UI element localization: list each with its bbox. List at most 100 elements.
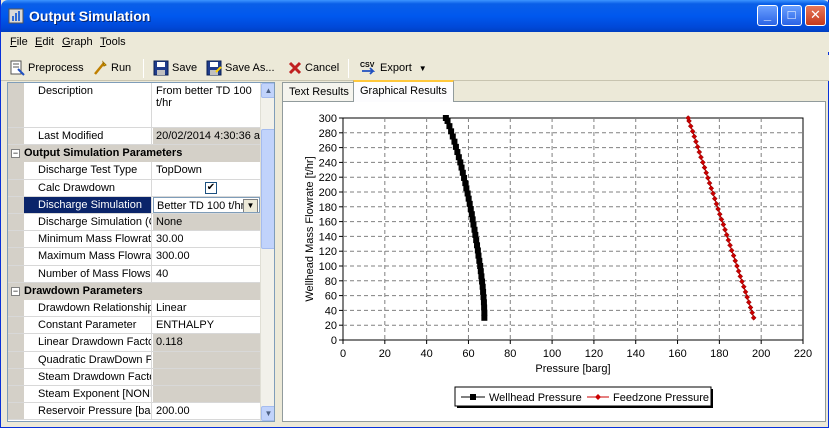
- property-value[interactable]: 200.00: [153, 403, 260, 419]
- x-tick-label: 160: [668, 348, 686, 360]
- property-category[interactable]: − Output Simulation Parameters: [8, 145, 260, 163]
- property-value[interactable]: ENTHALPY: [153, 317, 260, 333]
- property-row[interactable]: Discharge Simulation (C None: [8, 214, 260, 232]
- property-row[interactable]: Maximum Mass Flowrate 300.00: [8, 248, 260, 266]
- collapse-icon[interactable]: −: [11, 149, 20, 159]
- property-category[interactable]: − Drawdown Parameters: [8, 282, 260, 300]
- wellhead-pressure-point: [455, 154, 462, 161]
- menu-graph-mnemonic: G: [62, 36, 71, 48]
- wellhead-pressure-point: [452, 143, 459, 150]
- property-row[interactable]: Last Modified 20/02/2014 4:30:36 a: [8, 128, 260, 146]
- scroll-down-icon[interactable]: ▼: [261, 406, 274, 421]
- x-tick-label: 200: [752, 348, 770, 360]
- property-value-text: 300.00: [156, 250, 190, 263]
- property-row[interactable]: Quadratic DrawDown F: [8, 351, 260, 369]
- x-axis-label: Pressure [barg]: [535, 363, 610, 375]
- menu-edit[interactable]: Edit: [35, 36, 54, 48]
- toolbar: Preprocess Run Save Save As... Cancel CS…: [1, 55, 829, 81]
- property-row[interactable]: Steam Drawdown Facto: [8, 368, 260, 386]
- property-value[interactable]: 300.00: [153, 248, 260, 264]
- splitter[interactable]: [276, 82, 281, 422]
- preprocess-label: Preprocess: [28, 62, 84, 74]
- scroll-up-icon[interactable]: ▲: [261, 83, 274, 98]
- property-value[interactable]: 20/02/2014 4:30:36 a: [153, 128, 260, 145]
- menu-file[interactable]: File: [10, 36, 28, 48]
- wellhead-pressure-point: [458, 164, 465, 171]
- save-button[interactable]: Save: [153, 59, 197, 77]
- property-value[interactable]: 0.118: [153, 334, 260, 351]
- run-button[interactable]: Run: [92, 59, 131, 77]
- y-tick-label: 60: [325, 291, 337, 303]
- property-grid-scrollbar[interactable]: ▲ ▼: [260, 83, 274, 421]
- tab-text-results[interactable]: Text Results: [282, 82, 356, 101]
- property-value[interactable]: Linear: [153, 300, 260, 316]
- property-value[interactable]: None: [153, 214, 260, 231]
- run-icon: [94, 60, 107, 75]
- menu-tools[interactable]: Tools: [100, 36, 126, 48]
- property-row[interactable]: Constant Parameter ENTHALPY: [8, 317, 260, 335]
- property-value-text: 30.00: [156, 233, 184, 246]
- save-as-button[interactable]: Save As...: [206, 59, 275, 77]
- wellhead-pressure-point: [465, 195, 472, 202]
- y-tick-label: 220: [319, 172, 337, 184]
- wellhead-pressure-point: [477, 263, 484, 269]
- collapse-icon[interactable]: −: [11, 286, 20, 296]
- x-tick-label: 20: [379, 348, 391, 360]
- wellhead-pressure-point: [449, 133, 456, 140]
- wellhead-pressure-point: [471, 226, 478, 233]
- property-value[interactable]: [153, 351, 260, 368]
- property-value[interactable]: Better TD 100 t/hr ▼: [153, 196, 260, 213]
- property-row[interactable]: Number of Mass Flows 40: [8, 265, 260, 283]
- y-tick-label: 80: [325, 276, 337, 288]
- y-tick-label: 180: [319, 202, 337, 214]
- property-grid[interactable]: ▲ ▼ Description From better TD 100 t/hr Las…: [7, 82, 275, 422]
- property-row[interactable]: Calc Drawdown ✔: [8, 179, 260, 197]
- property-value-text: TopDown: [156, 164, 202, 177]
- output-simulation-window: Output Simulation _ □ ✕ File Edit Graph …: [0, 0, 829, 428]
- graphical-results-panel: 0 20 40 60 80 100 120 140 160 180 200 220 0 20 40 60 80 1…: [282, 101, 826, 422]
- export-button[interactable]: CSV Export ▼: [359, 59, 427, 77]
- minimize-button[interactable]: _: [757, 5, 778, 26]
- tab-graphical-results[interactable]: Graphical Results: [353, 80, 454, 102]
- property-value[interactable]: From better TD 100 t/hr: [153, 83, 260, 127]
- scroll-thumb[interactable]: [261, 129, 274, 249]
- property-row[interactable]: Drawdown Relationship Linear: [8, 300, 260, 318]
- row-margin: [8, 83, 24, 127]
- property-row[interactable]: Steam Exponent [NONI: [8, 386, 260, 404]
- dropdown-arrow-icon[interactable]: ▼: [243, 198, 258, 212]
- property-row[interactable]: Description From better TD 100 t/hr: [8, 83, 260, 128]
- row-margin: [8, 351, 24, 368]
- property-value-text: From better TD 100: [156, 85, 252, 97]
- calc-drawdown-checkbox[interactable]: ✔: [205, 181, 217, 194]
- property-row[interactable]: Minimum Mass Flowrate 30.00: [8, 231, 260, 249]
- wellhead-pressure-point: [480, 299, 487, 306]
- menu-graph[interactable]: Graph: [62, 36, 93, 48]
- property-value[interactable]: ✔: [153, 180, 260, 196]
- wellhead-pressure-point: [477, 268, 484, 275]
- property-value[interactable]: [153, 386, 260, 403]
- property-value[interactable]: 30.00: [153, 231, 260, 247]
- property-value[interactable]: 40: [153, 266, 260, 282]
- property-row[interactable]: Discharge Test Type TopDown: [8, 162, 260, 180]
- property-row[interactable]: Reservoir Pressure [ba 200.00: [8, 403, 260, 421]
- property-row[interactable]: Linear Drawdown Facto 0.118: [8, 334, 260, 352]
- wellhead-pressure-point: [470, 221, 477, 228]
- title-bar[interactable]: Output Simulation _ □ ✕: [1, 0, 829, 32]
- row-margin: [8, 179, 24, 196]
- maximize-button[interactable]: □: [781, 5, 802, 26]
- close-button[interactable]: ✕: [805, 5, 826, 26]
- wellhead-pressure-point: [462, 180, 469, 187]
- preprocess-button[interactable]: Preprocess: [9, 59, 84, 77]
- property-name: Linear Drawdown Facto: [24, 334, 152, 351]
- property-row[interactable]: Discharge Simulation Better TD 100 t/hr ▼: [8, 196, 260, 214]
- discharge-simulation-select[interactable]: Better TD 100 t/hr: [157, 200, 244, 212]
- property-value[interactable]: [153, 368, 260, 385]
- property-value-text: None: [156, 216, 183, 228]
- property-name: Quadratic DrawDown F: [24, 351, 152, 368]
- y-axis-label: Wellhead Mass Flowrate [t/hr]: [304, 156, 316, 301]
- wellhead-pressure-point: [480, 294, 487, 301]
- cancel-button[interactable]: Cancel: [288, 59, 339, 77]
- row-margin: [8, 248, 24, 265]
- property-value[interactable]: TopDown: [153, 162, 260, 178]
- row-margin: [8, 368, 24, 385]
